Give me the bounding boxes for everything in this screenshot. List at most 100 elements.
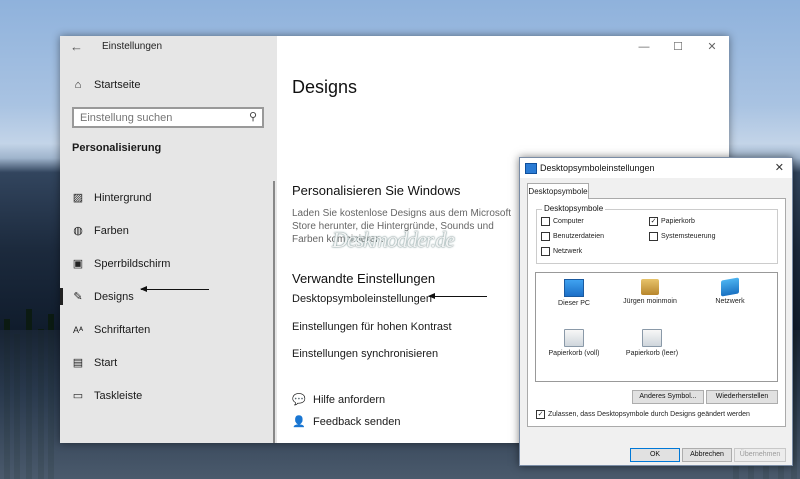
checkbox-label: Systemsteuerung <box>661 233 716 240</box>
checkbox-label: Netzwerk <box>553 248 583 255</box>
icon-user-folder[interactable]: Jürgen moinmoin <box>620 279 680 305</box>
sidebar-scrollbar[interactable] <box>273 181 275 443</box>
icon-network[interactable]: Netzwerk <box>700 277 760 305</box>
checkbox-user-files[interactable]: Benutzerdateien <box>541 232 604 241</box>
dialog-title: Desktopsymboleinstellungen <box>540 163 655 173</box>
back-arrow-icon[interactable]: ← <box>70 39 83 54</box>
user-folder-icon <box>641 279 659 295</box>
sidebar-item-label: Taskleiste <box>94 389 143 402</box>
icon-preview-list: Dieser PC Jürgen moinmoin Netzwerk Papie… <box>535 272 778 382</box>
cancel-button[interactable]: Abbrechen <box>682 448 732 462</box>
sidebar-item-taskleiste[interactable]: ▭ Taskleiste <box>60 379 277 412</box>
sidebar-nav: ▨ Hintergrund ◍ Farben ▣ Sperrbildschirm… <box>60 181 277 412</box>
help-chat-icon: 💬 <box>292 394 306 406</box>
checkbox-control-panel[interactable]: Systemsteuerung <box>649 232 715 241</box>
checkbox-box[interactable] <box>649 232 658 241</box>
restore-default-button[interactable]: Wiederherstellen <box>706 390 778 404</box>
recycle-bin-empty-icon <box>642 329 662 347</box>
change-icon-button[interactable]: Anderes Symbol... <box>632 390 704 404</box>
window-controls: — ☐ ✕ <box>627 36 729 58</box>
desktop-icons-group: Desktopsymbole Computer ✓ Papierkorb Ben… <box>536 204 778 264</box>
help-label: Hilfe anfordern <box>313 393 386 406</box>
tab-panel: Desktopsymbole Computer ✓ Papierkorb Ben… <box>527 198 786 427</box>
window-title: Einstellungen <box>102 41 163 52</box>
close-icon[interactable]: ✕ <box>775 161 784 174</box>
desktop-icon-settings-dialog: Desktopsymboleinstellungen ✕ Desktopsymb… <box>519 157 793 466</box>
checkbox-box[interactable]: ✓ <box>536 410 545 419</box>
picture-icon: ▨ <box>72 192 84 204</box>
ok-button[interactable]: OK <box>630 448 680 462</box>
checkbox-label: Benutzerdateien <box>553 233 604 240</box>
sidebar-item-hintergrund[interactable]: ▨ Hintergrund <box>60 181 277 214</box>
link-high-contrast[interactable]: Einstellungen für hohen Kontrast <box>292 321 452 333</box>
taskbar-icon: ▭ <box>72 390 84 402</box>
checkbox-network[interactable]: Netzwerk <box>541 247 582 256</box>
checkbox-label: Papierkorb <box>661 218 695 225</box>
computer-icon <box>564 279 584 297</box>
dialog-title-bar: Desktopsymboleinstellungen ✕ <box>520 158 792 178</box>
arrow-annotation-icon <box>140 286 209 292</box>
sidebar-item-label: Sperrbildschirm <box>94 257 171 270</box>
recycle-bin-full-icon <box>564 329 584 347</box>
sidebar-item-designs[interactable]: ✎ Designs <box>60 280 277 313</box>
watermark: Deskmodder.de <box>332 227 455 252</box>
start-icon: ▤ <box>72 357 84 369</box>
link-desktop-icon-settings[interactable]: Desktopsymboleinstellungen <box>292 293 432 305</box>
checkbox-recycle-bin[interactable]: ✓ Papierkorb <box>649 217 695 226</box>
search-input[interactable] <box>74 109 254 126</box>
home-label: Startseite <box>94 79 141 91</box>
tab-desktop-icons[interactable]: Desktopsymbole <box>527 183 589 199</box>
group-label: Desktopsymbole <box>542 204 606 213</box>
checkbox-box[interactable] <box>541 232 550 241</box>
lock-screen-icon: ▣ <box>72 258 84 270</box>
checkbox-computer[interactable]: Computer <box>541 217 584 226</box>
maximize-icon[interactable]: ☐ <box>661 36 695 58</box>
apply-button[interactable]: Übernehmen <box>734 448 786 462</box>
icon-label: Papierkorb (voll) <box>548 350 600 357</box>
palette-icon: ◍ <box>73 225 83 237</box>
section-title: Personalisierung <box>72 142 162 154</box>
sidebar-item-start[interactable]: ▤ Start <box>60 346 277 379</box>
monitor-icon <box>525 163 537 174</box>
sidebar-item-label: Schriftarten <box>94 323 151 336</box>
link-sync-settings[interactable]: Einstellungen synchronisieren <box>292 348 438 360</box>
sidebar-item-schriftarten[interactable]: Aᴬ Schriftarten <box>60 313 277 346</box>
checkbox-box[interactable] <box>541 247 550 256</box>
network-icon <box>721 277 739 297</box>
sidebar-item-label: Start <box>94 356 118 369</box>
feedback-icon: 👤 <box>292 416 306 428</box>
page-title: Designs <box>292 77 358 97</box>
brush-icon: ✎ <box>73 291 83 303</box>
sidebar-item-label: Designs <box>94 290 134 303</box>
checkbox-label: Zulassen, dass Desktopsymbole durch Desi… <box>548 411 750 418</box>
search-icon[interactable]: ⚲ <box>249 110 257 123</box>
checkbox-label: Computer <box>553 218 584 225</box>
feedback-link[interactable]: 👤 Feedback senden <box>292 415 401 429</box>
sidebar-item-sperrbildschirm[interactable]: ▣ Sperrbildschirm <box>60 247 277 280</box>
sidebar-item-farben[interactable]: ◍ Farben <box>60 214 277 247</box>
settings-search[interactable]: ⚲ <box>72 107 264 128</box>
feedback-label: Feedback senden <box>313 415 401 428</box>
icon-label: Papierkorb (leer) <box>625 350 679 357</box>
settings-sidebar: ⌂ Startseite ⚲ Personalisierung ▨ Hinter… <box>60 36 277 443</box>
checkbox-box[interactable] <box>541 217 550 226</box>
minimize-icon[interactable]: — <box>627 36 661 58</box>
related-settings-heading: Verwandte Einstellungen <box>292 271 436 286</box>
sidebar-item-label: Farben <box>94 224 129 237</box>
help-link[interactable]: 💬 Hilfe anfordern <box>292 393 386 407</box>
title-bar: ← Einstellungen — ☐ ✕ <box>60 36 729 58</box>
close-icon[interactable]: ✕ <box>695 36 729 58</box>
arrow-annotation-icon <box>428 293 487 299</box>
font-icon: Aᴬ <box>72 324 84 335</box>
icon-label: Jürgen moinmoin <box>623 298 677 305</box>
nav-home[interactable]: ⌂ Startseite <box>72 79 141 91</box>
checkbox-allow-themes[interactable]: ✓ Zulassen, dass Desktopsymbole durch De… <box>536 410 750 419</box>
icon-label: Netzwerk <box>715 298 745 305</box>
icon-recycle-bin-full[interactable]: Papierkorb (voll) <box>544 329 604 357</box>
icon-recycle-bin-empty[interactable]: Papierkorb (leer) <box>622 329 682 357</box>
icon-label: Dieser PC <box>558 300 590 307</box>
personalize-heading: Personalisieren Sie Windows <box>292 183 461 198</box>
icon-this-pc[interactable]: Dieser PC <box>544 279 604 307</box>
checkbox-box[interactable]: ✓ <box>649 217 658 226</box>
home-icon: ⌂ <box>74 79 82 91</box>
